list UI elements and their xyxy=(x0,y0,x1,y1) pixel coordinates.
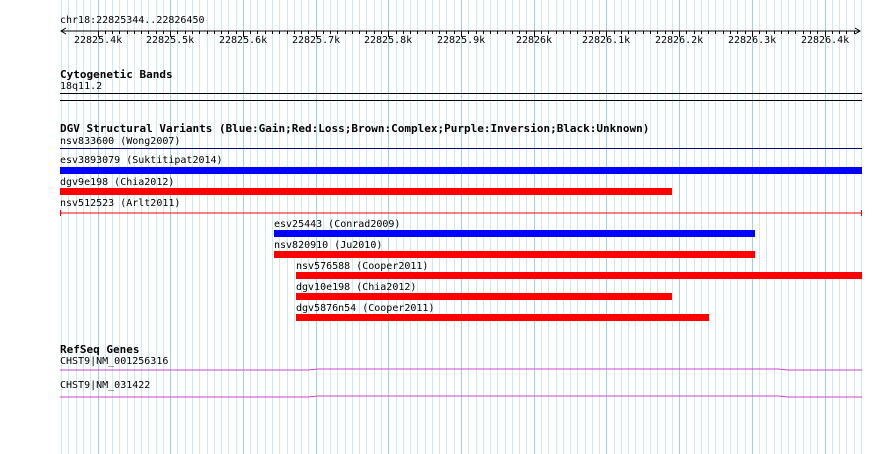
dgv-feature-label[interactable]: dgv5876n54 (Cooper2011) xyxy=(296,303,434,314)
ruler-tick-label: 22825.4k xyxy=(74,35,123,46)
ruler-tick-label: 22826.1k xyxy=(582,35,631,46)
ruler-tick-label: 22825.7k xyxy=(292,35,341,46)
gene-model[interactable] xyxy=(58,392,864,400)
dgv-feature-bar[interactable] xyxy=(58,208,864,218)
dgv-feature-bar[interactable] xyxy=(296,293,672,300)
dgv-feature-label[interactable]: nsv833600 (Wong2007) xyxy=(60,136,180,147)
dgv-feature-label[interactable]: esv3893079 (Suktitipat2014) xyxy=(60,155,223,166)
dgv-feature-bar[interactable] xyxy=(60,148,862,149)
dgv-feature-label[interactable]: esv25443 (Conrad2009) xyxy=(274,219,400,230)
ruler-tick-label: 22825.6k xyxy=(219,35,268,46)
dgv-feature-bar[interactable] xyxy=(296,314,709,321)
dgv-feature-label[interactable]: dgv9e198 (Chia2012) xyxy=(60,177,174,188)
dgv-feature-bar[interactable] xyxy=(296,272,862,279)
ruler-tick-label: 22826k xyxy=(515,35,553,46)
cytoband-line-top xyxy=(60,93,862,94)
ruler-tick-label: 22825.9k xyxy=(437,35,486,46)
cytoband-label[interactable]: 18q11.2 xyxy=(60,81,102,92)
gene-model[interactable] xyxy=(58,366,864,374)
dgv-feature-bar[interactable] xyxy=(60,188,672,195)
dgv-feature-label[interactable]: nsv820910 (Ju2010) xyxy=(274,240,382,251)
ruler-tick-label: 22826.4k xyxy=(801,35,850,46)
ruler-tick-label: 22825.5k xyxy=(146,35,195,46)
ruler-tick-label: 22826.3k xyxy=(728,35,777,46)
cytoband-line-bottom xyxy=(60,100,862,101)
ruler-tick-label: 22825.8k xyxy=(364,35,413,46)
cytoband-track-title[interactable]: Cytogenetic Bands xyxy=(60,68,173,81)
gene-label[interactable]: CHST9|NM_031422 xyxy=(60,380,150,391)
dgv-feature-bar[interactable] xyxy=(274,251,755,258)
ruler-tick-label: 22826.2k xyxy=(655,35,704,46)
dgv-feature-bar[interactable] xyxy=(274,230,755,237)
dgv-feature-label[interactable]: nsv576588 (Cooper2011) xyxy=(296,261,428,272)
refseq-track-title[interactable]: RefSeq Genes xyxy=(60,343,139,356)
dgv-feature-label[interactable]: dgv10e198 (Chia2012) xyxy=(296,282,416,293)
dgv-track-title[interactable]: DGV Structural Variants (Blue:Gain;Red:L… xyxy=(60,122,649,135)
dgv-feature-bar[interactable] xyxy=(60,167,862,174)
